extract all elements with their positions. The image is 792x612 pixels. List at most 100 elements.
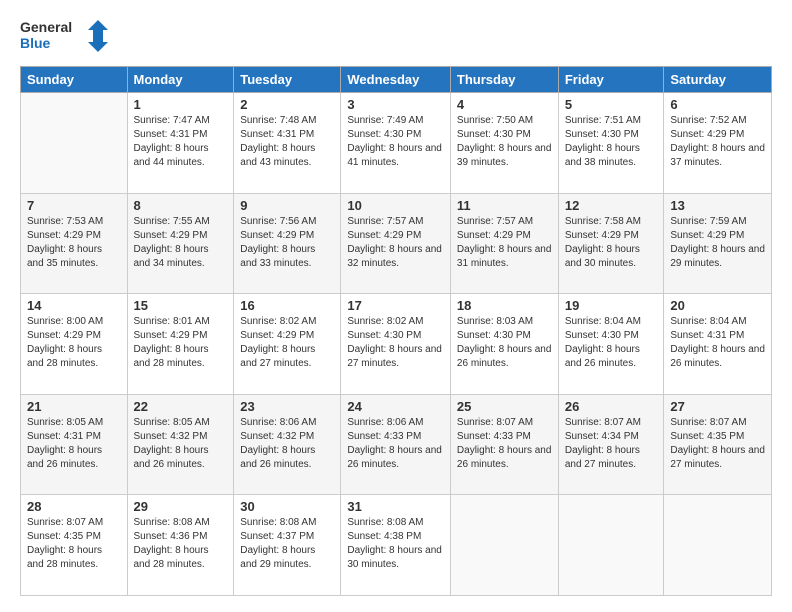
calendar-cell	[21, 93, 128, 194]
day-number: 5	[565, 97, 658, 112]
calendar-cell: 8 Sunrise: 7:55 AMSunset: 4:29 PMDaylight…	[127, 193, 234, 294]
day-number: 27	[670, 399, 765, 414]
day-info: Sunrise: 7:50 AMSunset: 4:30 PMDaylight:…	[457, 114, 552, 170]
day-info: Sunrise: 8:05 AMSunset: 4:31 PMDaylight:…	[27, 416, 121, 472]
day-info: Sunrise: 7:55 AMSunset: 4:29 PMDaylight:…	[134, 215, 228, 271]
day-number: 13	[670, 198, 765, 213]
day-info: Sunrise: 8:07 AMSunset: 4:33 PMDaylight:…	[457, 416, 552, 472]
weekday-header-sunday: Sunday	[21, 67, 128, 93]
weekday-header-saturday: Saturday	[664, 67, 772, 93]
day-number: 2	[240, 97, 334, 112]
day-info: Sunrise: 8:01 AMSunset: 4:29 PMDaylight:…	[134, 315, 228, 371]
day-info: Sunrise: 8:08 AMSunset: 4:36 PMDaylight:…	[134, 516, 228, 572]
day-info: Sunrise: 7:51 AMSunset: 4:30 PMDaylight:…	[565, 114, 658, 170]
calendar-cell: 16 Sunrise: 8:02 AMSunset: 4:29 PMDayligh…	[234, 294, 341, 395]
day-number: 4	[457, 97, 552, 112]
calendar-week-4: 21 Sunrise: 8:05 AMSunset: 4:31 PMDayligh…	[21, 394, 772, 495]
calendar-cell: 6Sunrise: 7:52 AMSunset: 4:29 PMDaylight…	[664, 93, 772, 194]
page: General Blue SundayMondayTuesdayWednesda…	[0, 0, 792, 612]
calendar-cell	[558, 495, 664, 596]
calendar-cell: 26Sunrise: 8:07 AMSunset: 4:34 PMDayligh…	[558, 394, 664, 495]
day-info: Sunrise: 8:07 AMSunset: 4:35 PMDaylight:…	[27, 516, 121, 572]
day-number: 30	[240, 499, 334, 514]
calendar-week-5: 28Sunrise: 8:07 AMSunset: 4:35 PMDayligh…	[21, 495, 772, 596]
day-info: Sunrise: 7:49 AMSunset: 4:30 PMDaylight:…	[347, 114, 444, 170]
logo: General Blue	[20, 16, 110, 56]
day-info: Sunrise: 7:48 AMSunset: 4:31 PMDaylight:…	[240, 114, 334, 170]
day-number: 12	[565, 198, 658, 213]
calendar-table: SundayMondayTuesdayWednesdayThursdayFrid…	[20, 66, 772, 596]
svg-text:General: General	[20, 19, 72, 35]
calendar-cell: 22 Sunrise: 8:05 AMSunset: 4:32 PMDayligh…	[127, 394, 234, 495]
day-number: 26	[565, 399, 658, 414]
logo-icon: General Blue	[20, 16, 110, 56]
calendar-cell: 21 Sunrise: 8:05 AMSunset: 4:31 PMDayligh…	[21, 394, 128, 495]
day-number: 18	[457, 298, 552, 313]
weekday-header-monday: Monday	[127, 67, 234, 93]
day-info: Sunrise: 7:47 AMSunset: 4:31 PMDaylight:…	[134, 114, 228, 170]
calendar-cell: 19 Sunrise: 8:04 AMSunset: 4:30 PMDayligh…	[558, 294, 664, 395]
day-number: 3	[347, 97, 444, 112]
calendar-cell: 29 Sunrise: 8:08 AMSunset: 4:36 PMDayligh…	[127, 495, 234, 596]
day-number: 9	[240, 198, 334, 213]
calendar-cell	[664, 495, 772, 596]
calendar-cell: 7Sunrise: 7:53 AMSunset: 4:29 PMDaylight…	[21, 193, 128, 294]
day-number: 16	[240, 298, 334, 313]
weekday-header-thursday: Thursday	[450, 67, 558, 93]
weekday-header-friday: Friday	[558, 67, 664, 93]
calendar-week-1: 1 Sunrise: 7:47 AMSunset: 4:31 PMDaylight…	[21, 93, 772, 194]
calendar-cell	[450, 495, 558, 596]
calendar-cell: 27 Sunrise: 8:07 AMSunset: 4:35 PMDayligh…	[664, 394, 772, 495]
day-number: 20	[670, 298, 765, 313]
calendar-cell: 30 Sunrise: 8:08 AMSunset: 4:37 PMDayligh…	[234, 495, 341, 596]
calendar-cell: 15 Sunrise: 8:01 AMSunset: 4:29 PMDayligh…	[127, 294, 234, 395]
calendar-cell: 25 Sunrise: 8:07 AMSunset: 4:33 PMDayligh…	[450, 394, 558, 495]
calendar-cell: 13 Sunrise: 7:59 AMSunset: 4:29 PMDayligh…	[664, 193, 772, 294]
day-info: Sunrise: 8:05 AMSunset: 4:32 PMDaylight:…	[134, 416, 228, 472]
calendar-cell: 31 Sunrise: 8:08 AMSunset: 4:38 PMDayligh…	[341, 495, 451, 596]
day-number: 17	[347, 298, 444, 313]
calendar-cell: 20 Sunrise: 8:04 AMSunset: 4:31 PMDayligh…	[664, 294, 772, 395]
day-info: Sunrise: 8:04 AMSunset: 4:31 PMDaylight:…	[670, 315, 765, 371]
day-info: Sunrise: 8:08 AMSunset: 4:37 PMDaylight:…	[240, 516, 334, 572]
day-number: 14	[27, 298, 121, 313]
day-number: 29	[134, 499, 228, 514]
day-number: 21	[27, 399, 121, 414]
header: General Blue	[20, 16, 772, 56]
day-number: 25	[457, 399, 552, 414]
day-info: Sunrise: 8:02 AMSunset: 4:29 PMDaylight:…	[240, 315, 334, 371]
svg-text:Blue: Blue	[20, 35, 51, 51]
weekday-header-wednesday: Wednesday	[341, 67, 451, 93]
day-number: 7	[27, 198, 121, 213]
day-info: Sunrise: 7:56 AMSunset: 4:29 PMDaylight:…	[240, 215, 334, 271]
day-number: 10	[347, 198, 444, 213]
day-info: Sunrise: 7:57 AMSunset: 4:29 PMDaylight:…	[347, 215, 444, 271]
calendar-cell: 14 Sunrise: 8:00 AMSunset: 4:29 PMDayligh…	[21, 294, 128, 395]
calendar-cell: 24Sunrise: 8:06 AMSunset: 4:33 PMDayligh…	[341, 394, 451, 495]
calendar-cell: 17 Sunrise: 8:02 AMSunset: 4:30 PMDayligh…	[341, 294, 451, 395]
day-info: Sunrise: 8:02 AMSunset: 4:30 PMDaylight:…	[347, 315, 444, 371]
day-number: 6	[670, 97, 765, 112]
day-info: Sunrise: 8:04 AMSunset: 4:30 PMDaylight:…	[565, 315, 658, 371]
day-number: 31	[347, 499, 444, 514]
calendar-cell: 23Sunrise: 8:06 AMSunset: 4:32 PMDayligh…	[234, 394, 341, 495]
day-info: Sunrise: 8:03 AMSunset: 4:30 PMDaylight:…	[457, 315, 552, 371]
calendar-cell: 4 Sunrise: 7:50 AMSunset: 4:30 PMDaylight…	[450, 93, 558, 194]
day-number: 24	[347, 399, 444, 414]
day-number: 19	[565, 298, 658, 313]
calendar-cell: 2 Sunrise: 7:48 AMSunset: 4:31 PMDaylight…	[234, 93, 341, 194]
day-number: 15	[134, 298, 228, 313]
calendar-cell: 1 Sunrise: 7:47 AMSunset: 4:31 PMDaylight…	[127, 93, 234, 194]
calendar-cell: 3 Sunrise: 7:49 AMSunset: 4:30 PMDaylight…	[341, 93, 451, 194]
day-info: Sunrise: 8:08 AMSunset: 4:38 PMDaylight:…	[347, 516, 444, 572]
day-number: 1	[134, 97, 228, 112]
weekday-header-tuesday: Tuesday	[234, 67, 341, 93]
day-info: Sunrise: 7:59 AMSunset: 4:29 PMDaylight:…	[670, 215, 765, 271]
weekday-header-row: SundayMondayTuesdayWednesdayThursdayFrid…	[21, 67, 772, 93]
calendar-cell: 28Sunrise: 8:07 AMSunset: 4:35 PMDayligh…	[21, 495, 128, 596]
day-number: 11	[457, 198, 552, 213]
day-info: Sunrise: 8:07 AMSunset: 4:35 PMDaylight:…	[670, 416, 765, 472]
day-number: 8	[134, 198, 228, 213]
day-info: Sunrise: 8:00 AMSunset: 4:29 PMDaylight:…	[27, 315, 121, 371]
day-number: 22	[134, 399, 228, 414]
